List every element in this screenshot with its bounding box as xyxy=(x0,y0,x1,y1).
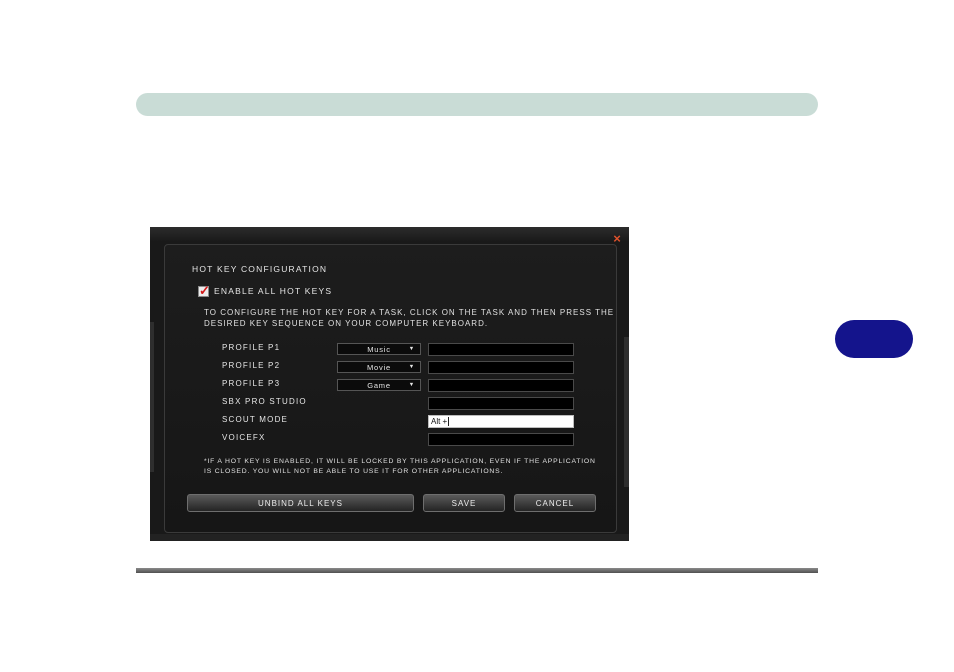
sbx-pro-studio-label: SBX Pro Studio xyxy=(222,397,307,406)
dialog-frame-bottom xyxy=(150,534,629,541)
instructions-line-2: desired key sequence on your computer ke… xyxy=(204,319,489,328)
profile-p3-hotkey-field[interactable] xyxy=(428,379,574,392)
unbind-all-keys-button[interactable]: Unbind All Keys xyxy=(187,494,414,512)
enable-all-hot-keys-row[interactable]: ✓ Enable All Hot Keys xyxy=(198,282,333,298)
text-caret xyxy=(448,417,450,426)
profile-p1-label: Profile P1 xyxy=(222,343,281,352)
profile-p3-dropdown-value: Game xyxy=(367,380,391,390)
scout-mode-label: Scout Mode xyxy=(222,415,289,424)
profile-p3-dropdown[interactable]: Game ▼ xyxy=(337,379,421,391)
profile-p1-hotkey-field[interactable] xyxy=(428,343,574,356)
chapter-tab xyxy=(835,320,913,358)
cancel-button[interactable]: Cancel xyxy=(514,494,596,512)
scout-mode-hotkey-field[interactable]: Alt + xyxy=(428,415,574,428)
hot-key-dialog: × Hot Key Configuration ✓ Enable All Hot… xyxy=(150,227,629,541)
enable-all-label: Enable All Hot Keys xyxy=(214,286,333,296)
profile-p2-dropdown[interactable]: Movie ▼ xyxy=(337,361,421,373)
dialog-frame-right xyxy=(624,337,629,487)
save-button[interactable]: Save xyxy=(423,494,505,512)
profile-p2-dropdown-value: Movie xyxy=(366,362,391,372)
profile-p1-dropdown[interactable]: Music ▼ xyxy=(337,343,421,355)
note-line-2: is closed. You will not be able to use i… xyxy=(204,468,504,475)
profile-p1-dropdown-value: Music xyxy=(367,344,391,354)
dialog-frame-left xyxy=(150,322,154,472)
footer-rule xyxy=(136,568,818,573)
scout-mode-hotkey-value: Alt + xyxy=(431,417,448,426)
instructions-line-1: To configure the hot key for a task, cli… xyxy=(204,308,615,317)
sbx-pro-studio-hotkey-field[interactable] xyxy=(428,397,574,410)
close-icon[interactable]: × xyxy=(610,232,624,246)
header-bar xyxy=(136,93,818,116)
dialog-title: Hot Key Configuration xyxy=(192,264,328,274)
chevron-down-icon: ▼ xyxy=(408,382,415,388)
chevron-down-icon: ▼ xyxy=(408,346,415,352)
chevron-down-icon: ▼ xyxy=(408,364,415,370)
voicefx-hotkey-field[interactable] xyxy=(428,433,574,446)
voicefx-label: VoiceFX xyxy=(222,433,266,442)
note-line-1: *If a hot key is enabled, it will be loc… xyxy=(204,458,596,465)
enable-all-checkbox[interactable]: ✓ xyxy=(198,282,210,298)
check-mark-icon: ✓ xyxy=(199,282,210,298)
dialog-frame-top xyxy=(150,227,629,241)
profile-p2-hotkey-field[interactable] xyxy=(428,361,574,374)
profile-p2-label: Profile P2 xyxy=(222,361,281,370)
profile-p3-label: Profile P3 xyxy=(222,379,281,388)
